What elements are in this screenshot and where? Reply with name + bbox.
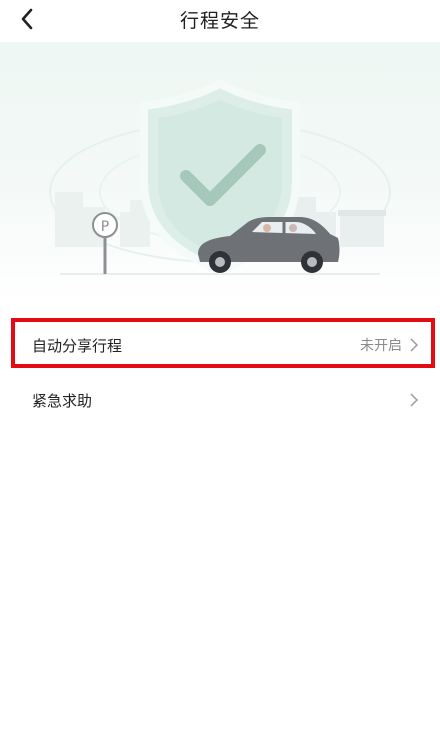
chevron-right-icon: [410, 393, 420, 407]
row-status-value: 未开启: [360, 338, 402, 354]
row-label: 自动分享行程: [32, 336, 123, 355]
safety-illustration: P: [49, 79, 391, 275]
settings-list: 自动分享行程 未开启 紧急求助: [0, 318, 440, 428]
row-label: 紧急求助: [32, 391, 93, 410]
page-title: 行程安全: [179, 10, 260, 32]
hero-illustration: P: [0, 42, 440, 302]
emergency-help-row[interactable]: 紧急求助: [0, 372, 440, 428]
top-nav-bar: 行程安全: [0, 0, 440, 42]
parking-sign-label: P: [101, 219, 109, 235]
auto-share-trip-row[interactable]: 自动分享行程 未开启: [0, 318, 440, 372]
chevron-right-icon: [410, 338, 420, 352]
